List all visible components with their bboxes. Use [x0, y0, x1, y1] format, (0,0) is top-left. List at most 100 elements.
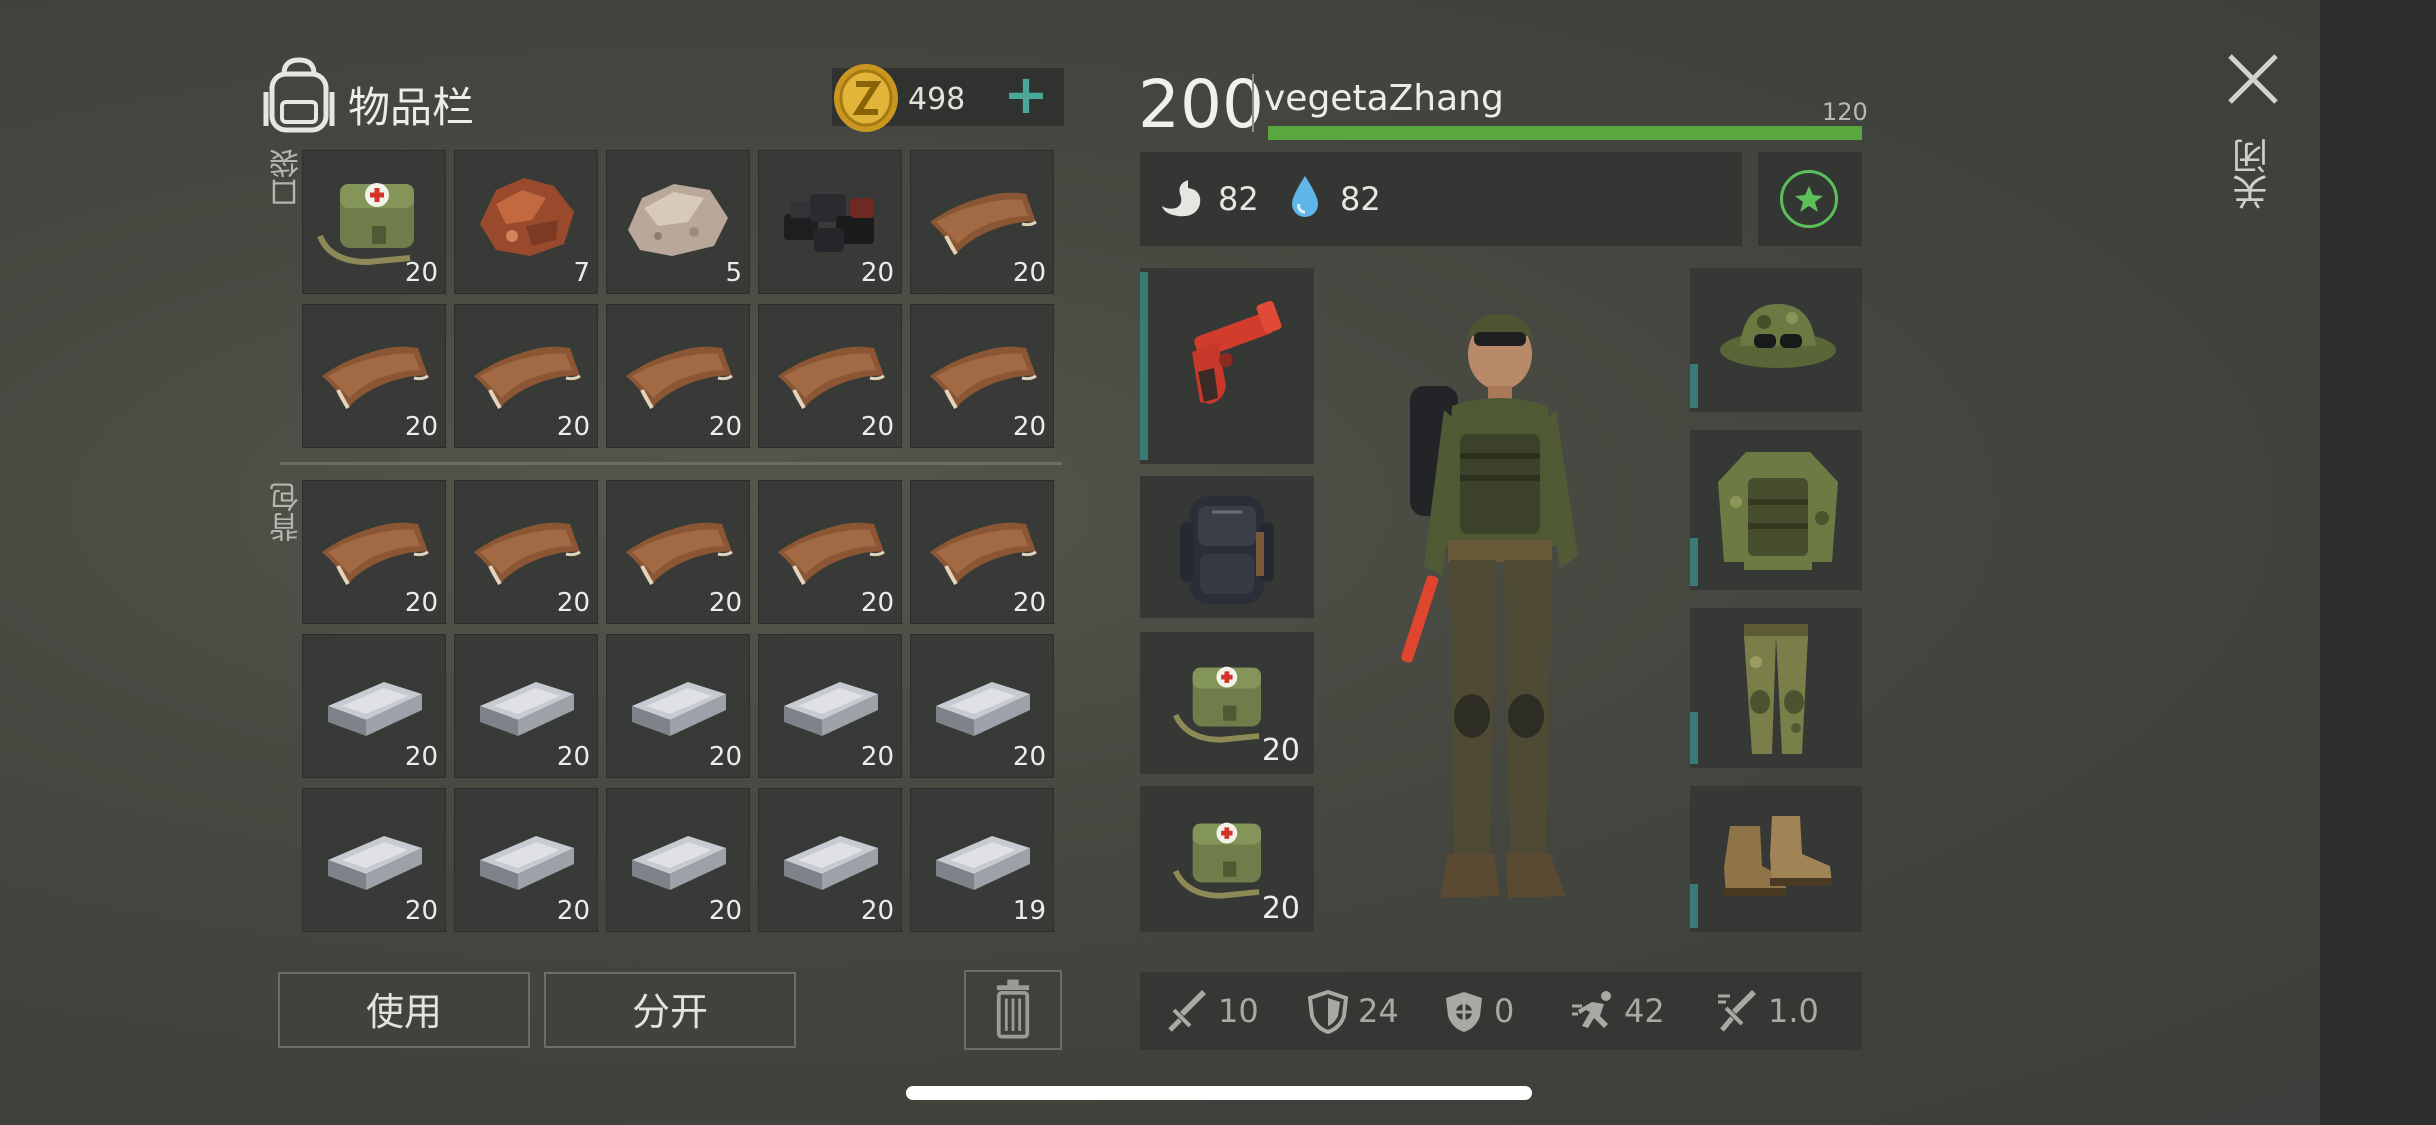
inventory-slot[interactable]: 20 [758, 150, 902, 294]
inventory-slot[interactable]: 20 [302, 788, 446, 932]
inventory-slot[interactable]: 20 [302, 480, 446, 624]
durability-bar [1690, 712, 1698, 764]
water-drop-icon [1292, 176, 1318, 217]
inventory-slot[interactable]: 20 [910, 634, 1054, 778]
inventory-slot[interactable]: 20 [454, 634, 598, 778]
inventory-slot[interactable]: 20 [454, 304, 598, 448]
inventory-title: 物品栏 [348, 83, 475, 132]
attack-speed-value: 1.0 [1768, 992, 1819, 1030]
inventory-slot[interactable]: 20 [758, 304, 902, 448]
coin-icon [834, 64, 898, 132]
head-slot[interactable] [1690, 268, 1862, 412]
thirst-value: 82 [1340, 180, 1381, 218]
flare-gun-icon [1192, 300, 1282, 404]
boots-icon [1724, 816, 1832, 896]
item-count: 5 [725, 258, 742, 288]
split-button[interactable]: 分开 [544, 972, 796, 1048]
inventory-slot[interactable]: 20 [302, 150, 446, 294]
feet-slot[interactable] [1690, 786, 1862, 932]
running-icon [1572, 991, 1611, 1028]
stomach-icon [1162, 180, 1201, 217]
hunger-value: 82 [1218, 180, 1259, 218]
shield-icon [1307, 990, 1349, 1034]
quick-slot-1[interactable]: 20 [1140, 632, 1314, 774]
inventory-slot[interactable]: 5 [606, 150, 750, 294]
sword-icon [1168, 990, 1206, 1032]
defense-value: 24 [1358, 992, 1399, 1030]
backpack-slot[interactable] [1140, 476, 1314, 618]
iron-bar-icon [632, 682, 726, 736]
item-count: 19 [1012, 896, 1046, 926]
leather-icon [930, 192, 1037, 256]
inventory-slot[interactable]: 20 [910, 150, 1054, 294]
medkit-icon [317, 183, 414, 266]
inventory-slot[interactable]: 20 [606, 634, 750, 778]
use-button[interactable]: 使用 [278, 972, 530, 1048]
inventory-slot[interactable]: 20 [606, 304, 750, 448]
body-slot[interactable] [1690, 430, 1862, 590]
stone-icon [628, 184, 728, 256]
inventory-slot[interactable]: 20 [758, 634, 902, 778]
backpack-item-icon [1180, 496, 1274, 604]
close-button[interactable] [2226, 52, 2280, 106]
delete-button[interactable] [964, 970, 1062, 1050]
iron-bar-icon [632, 836, 726, 890]
inventory-slot[interactable]: 20 [758, 480, 902, 624]
coal-icon [784, 194, 874, 252]
leather-icon [626, 522, 733, 586]
legs-slot[interactable] [1690, 608, 1862, 768]
inventory-slot[interactable]: 7 [454, 150, 598, 294]
item-count: 20 [860, 412, 894, 442]
inventory-slot[interactable]: 20 [454, 480, 598, 624]
item-count: 7 [573, 258, 590, 288]
iron-bar-icon [328, 836, 422, 890]
item-count: 20 [404, 412, 438, 442]
iron-bar-icon [480, 836, 574, 890]
item-count: 20 [860, 588, 894, 618]
attack-value: 10 [1218, 992, 1259, 1030]
inventory-slot[interactable]: 20 [606, 788, 750, 932]
camo-hat-icon [1720, 304, 1836, 368]
star-icon [1795, 186, 1823, 212]
quick-slot-2[interactable]: 20 [1140, 786, 1314, 932]
item-count: 20 [860, 742, 894, 772]
item-count: 20 [404, 258, 438, 288]
inventory-slot[interactable]: 20 [454, 788, 598, 932]
armor-shield-icon [1446, 992, 1482, 1032]
coin-count: 498 [908, 82, 966, 117]
weapon-slot[interactable] [1140, 268, 1314, 464]
iron-bar-icon [480, 682, 574, 736]
item-count: 20 [404, 742, 438, 772]
iron-bar-icon [784, 836, 878, 890]
durability-bar [1140, 272, 1148, 460]
inventory-slot[interactable]: 20 [910, 304, 1054, 448]
durability-bar [1690, 884, 1698, 928]
item-count: 20 [1012, 258, 1046, 288]
item-count: 20 [556, 896, 590, 926]
item-count: 20 [1012, 412, 1046, 442]
item-count: 20 [860, 896, 894, 926]
inventory-slot[interactable]: 20 [302, 304, 446, 448]
close-icon [2228, 54, 2278, 104]
inventory-slot[interactable]: 20 [758, 788, 902, 932]
item-count: 20 [708, 896, 742, 926]
camo-jacket-icon [1718, 452, 1838, 570]
leather-icon [474, 346, 581, 410]
item-count: 20 [708, 742, 742, 772]
trash-icon [996, 979, 1030, 1039]
iron-bar-icon [936, 682, 1030, 736]
close-label[interactable]: 关闭 [2228, 138, 2280, 210]
speed-value: 42 [1624, 992, 1665, 1030]
home-indicator[interactable] [906, 1086, 1532, 1100]
xp-value: 120 [1822, 98, 1868, 126]
inventory-slot[interactable]: 20 [302, 634, 446, 778]
item-count: 20 [556, 742, 590, 772]
item-count: 20 [1261, 891, 1300, 926]
iron-bar-icon [936, 836, 1030, 890]
add-coins-button[interactable]: + [1002, 68, 1050, 124]
inventory-slot[interactable]: 20 [910, 480, 1054, 624]
character-model [1401, 314, 1578, 898]
inventory-slot[interactable]: 19 [910, 788, 1054, 932]
inventory-slot[interactable]: 20 [606, 480, 750, 624]
leather-icon [474, 522, 581, 586]
